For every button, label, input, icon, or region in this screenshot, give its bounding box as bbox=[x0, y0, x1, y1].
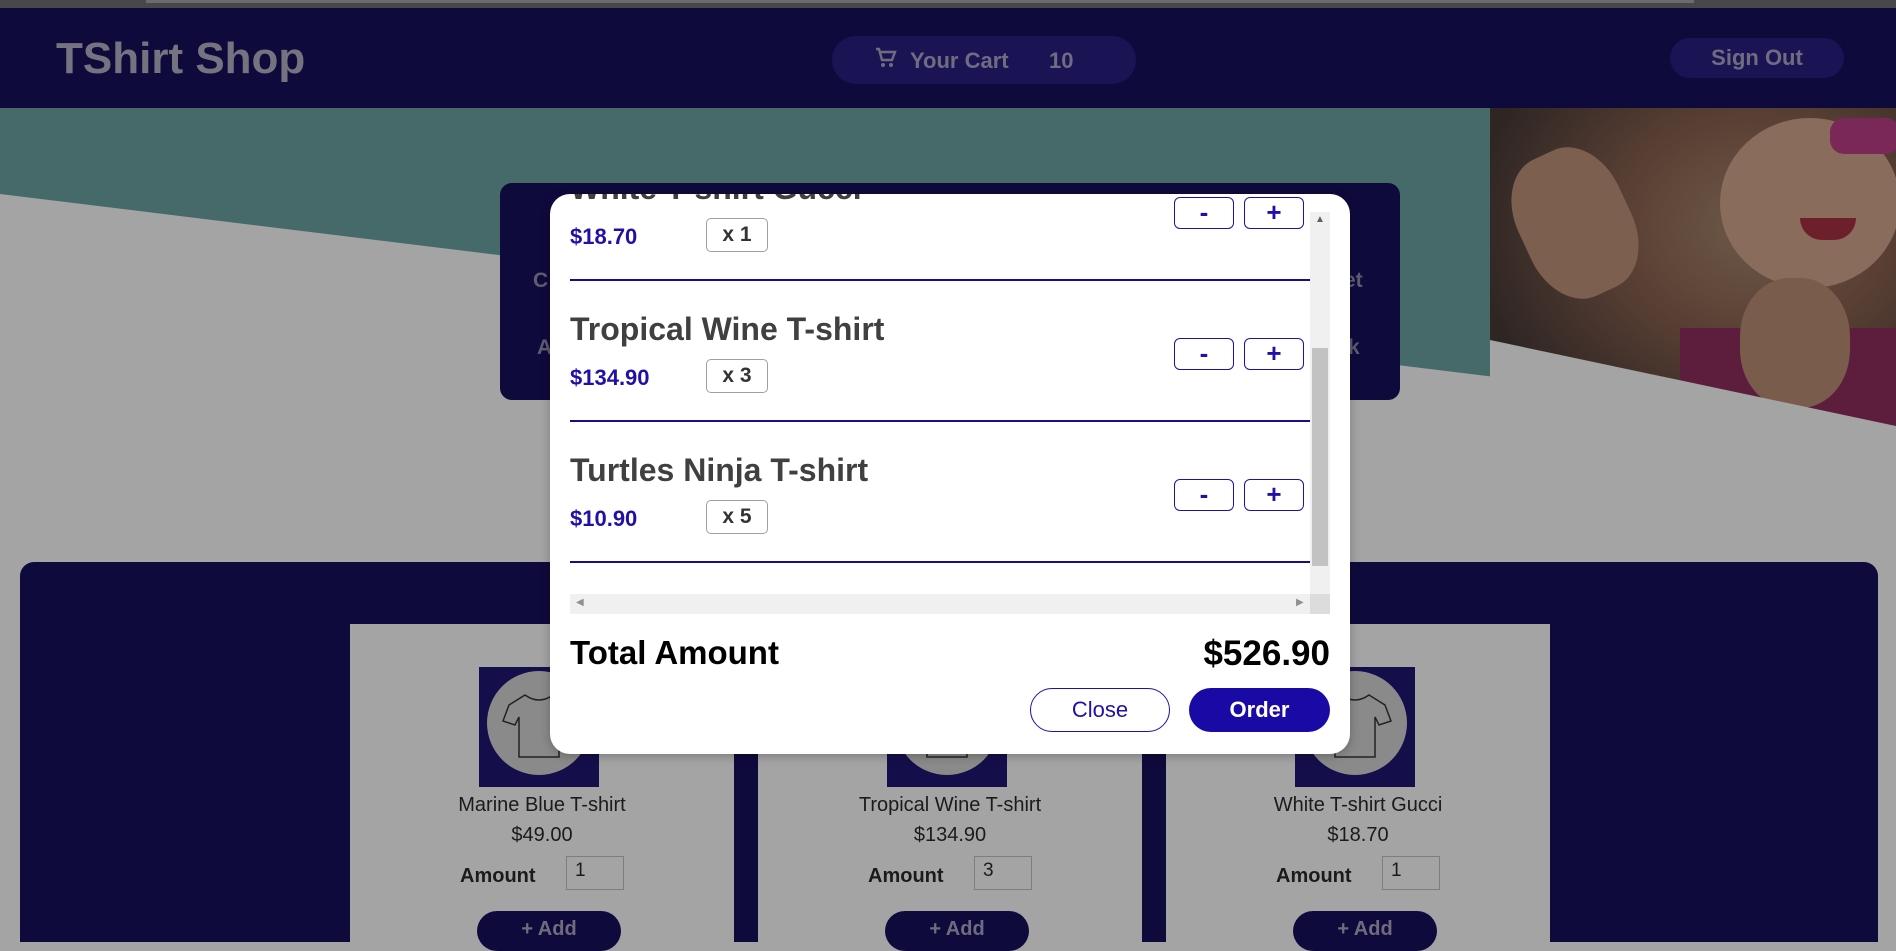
cart-item-quantity: x 5 bbox=[706, 500, 768, 534]
product-price: $49.00 bbox=[511, 824, 573, 846]
cart-item-name: Tropical Wine T-shirt bbox=[570, 311, 885, 347]
cart-modal: White T-shirt Gucci $18.70 x 1 - + Tropi… bbox=[550, 194, 1350, 754]
browser-top-bar bbox=[0, 0, 1896, 8]
cart-item-price: $134.90 bbox=[570, 365, 650, 390]
close-button[interactable]: Close bbox=[1030, 688, 1170, 732]
product-name: Tropical Wine T-shirt bbox=[858, 794, 1042, 816]
cart-item: Turtles Ninja T-shirt $10.90 x 5 - + bbox=[570, 422, 1310, 563]
scroll-up-arrow-icon[interactable]: ▲ bbox=[1310, 214, 1330, 225]
amount-input[interactable]: 1 bbox=[1382, 856, 1440, 890]
cart-item-price: $18.70 bbox=[570, 224, 638, 249]
amount-input[interactable]: 3 bbox=[974, 856, 1032, 890]
cart-item-price: $10.90 bbox=[570, 506, 638, 531]
horizontal-scrollbar[interactable]: ◀ ▶ bbox=[570, 594, 1330, 614]
product-name: Marine Blue T-shirt bbox=[458, 794, 626, 816]
cart-item-name: Turtles Ninja T-shirt bbox=[570, 452, 869, 488]
amount-label: Amount bbox=[1276, 865, 1352, 887]
increase-quantity-button[interactable]: + bbox=[1244, 197, 1304, 229]
cart-item-quantity: x 1 bbox=[706, 218, 768, 252]
amount-label: Amount bbox=[460, 865, 536, 887]
decrease-quantity-button[interactable]: - bbox=[1174, 479, 1234, 511]
sign-out-button[interactable]: Sign Out bbox=[1670, 38, 1844, 78]
scroll-left-arrow-icon[interactable]: ◀ bbox=[576, 597, 584, 608]
total-amount-label: Total Amount bbox=[570, 634, 779, 671]
scroll-right-arrow-icon[interactable]: ▶ bbox=[1296, 597, 1304, 608]
decrease-quantity-button[interactable]: - bbox=[1174, 197, 1234, 229]
cart-label: Your Cart bbox=[910, 48, 1009, 73]
cart-items-list[interactable]: White T-shirt Gucci $18.70 x 1 - + Tropi… bbox=[570, 194, 1330, 614]
total-amount-value: $526.90 bbox=[1203, 634, 1330, 673]
site-header: TShirt Shop Your Cart 10 Sign Out bbox=[0, 8, 1896, 108]
increase-quantity-button[interactable]: + bbox=[1244, 479, 1304, 511]
cart-item: White T-shirt Gucci $18.70 x 1 - + bbox=[570, 194, 1310, 281]
cart-item-quantity: x 3 bbox=[706, 359, 768, 393]
cart-item: Tropical Wine T-shirt $134.90 x 3 - + bbox=[570, 281, 1310, 422]
vertical-scrollbar[interactable]: ▲ ▼ bbox=[1310, 212, 1330, 610]
brand-logo[interactable]: TShirt Shop bbox=[56, 34, 305, 84]
scrollbar-thumb[interactable] bbox=[1312, 348, 1328, 566]
increase-quantity-button[interactable]: + bbox=[1244, 338, 1304, 370]
order-button[interactable]: Order bbox=[1189, 688, 1330, 732]
cart-item-name: White T-shirt Gucci bbox=[570, 194, 862, 207]
amount-label: Amount bbox=[868, 865, 944, 887]
cart-button[interactable]: Your Cart 10 bbox=[832, 36, 1136, 84]
product-price: $18.70 bbox=[1327, 824, 1389, 846]
add-to-cart-button[interactable]: + Add bbox=[885, 911, 1029, 951]
scrollbar-corner bbox=[1310, 594, 1330, 614]
decrease-quantity-button[interactable]: - bbox=[1174, 338, 1234, 370]
add-to-cart-button[interactable]: + Add bbox=[1293, 911, 1437, 951]
hero-model-image bbox=[1490, 108, 1896, 448]
category-partial-label[interactable]: C bbox=[533, 269, 548, 293]
cart-icon bbox=[876, 47, 897, 67]
amount-input[interactable]: 1 bbox=[566, 856, 624, 890]
cart-count-badge: 10 bbox=[1049, 48, 1074, 73]
add-to-cart-button[interactable]: + Add bbox=[477, 911, 621, 951]
product-name: White T-shirt Gucci bbox=[1273, 794, 1443, 816]
product-price: $134.90 bbox=[913, 824, 987, 846]
